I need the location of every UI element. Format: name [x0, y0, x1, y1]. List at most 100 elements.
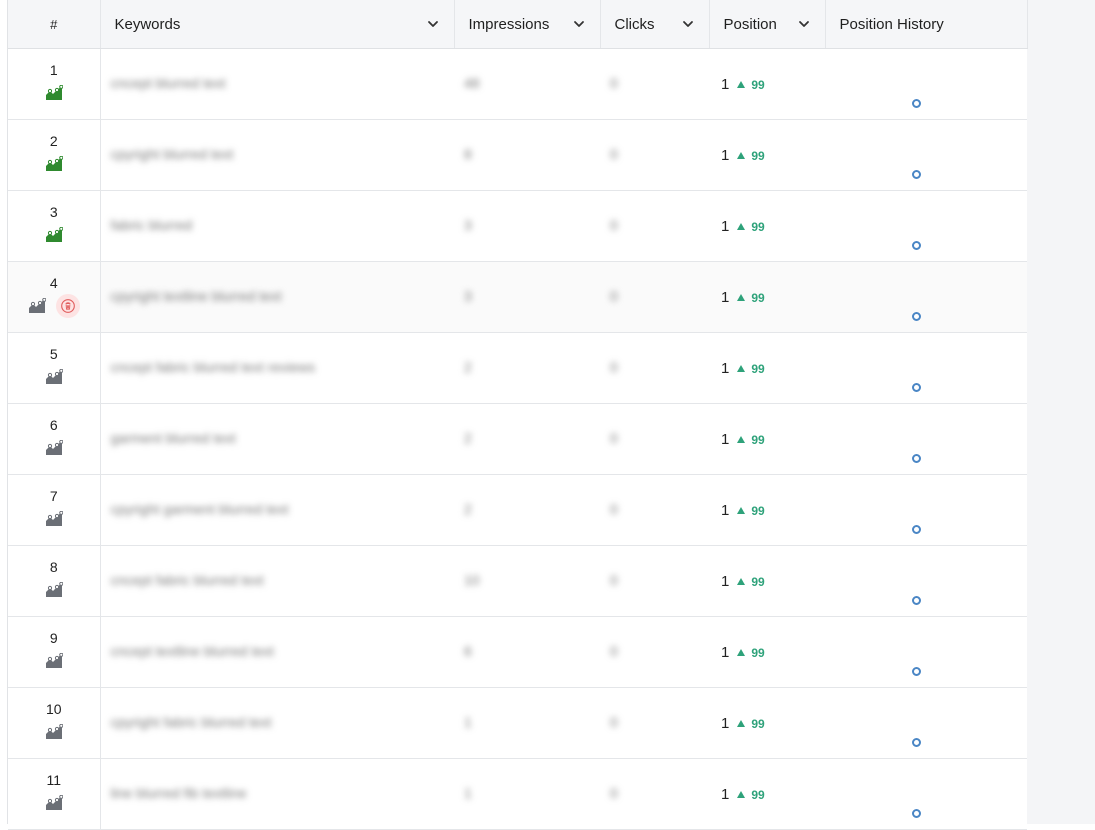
- col-header-keywords[interactable]: Keywords: [100, 0, 455, 49]
- position-value: 1: [721, 501, 730, 519]
- position-change-value: 99: [751, 574, 765, 589]
- trend-chart-icon[interactable]: [45, 156, 63, 172]
- position-value: 1: [721, 288, 730, 306]
- keyword-cell: cpyright fabric blurred text: [100, 687, 454, 759]
- row-number: 10: [45, 701, 62, 717]
- chevron-down-icon[interactable]: [681, 17, 695, 31]
- position-history-cell: [825, 190, 1027, 262]
- position-history-cell: [825, 332, 1027, 404]
- clicks-value: 0: [610, 146, 618, 162]
- chevron-down-icon[interactable]: [426, 17, 440, 31]
- history-point[interactable]: [912, 525, 921, 534]
- trend-chart-icon[interactable]: [45, 227, 63, 243]
- position-change-value: 99: [751, 77, 765, 92]
- position-change: 99: [737, 361, 765, 376]
- table-row[interactable]: 6 garment blurred text 2 0 1 99: [8, 403, 1027, 475]
- keyword-text: cpyright textline blurred text: [110, 288, 282, 304]
- trend-chart-icon[interactable]: [45, 653, 63, 669]
- position-cell: 1 99: [709, 403, 825, 475]
- position-cell: 1 99: [709, 687, 825, 759]
- trend-chart-icon[interactable]: [45, 511, 63, 527]
- keyword-cell: cpyright garment blurred text: [100, 474, 454, 546]
- history-point[interactable]: [912, 383, 921, 392]
- position-value: 1: [721, 359, 730, 377]
- right-gutter: [1027, 0, 1095, 824]
- position-change-value: 99: [751, 290, 765, 305]
- position-change-value: 99: [751, 148, 765, 163]
- row-number: 9: [49, 630, 58, 646]
- table-row[interactable]: 4 cpyright textline blurred text 3 0 1 9…: [8, 261, 1027, 333]
- trend-chart-icon[interactable]: [45, 582, 63, 598]
- keyword-cell: cncept textline blurred text: [100, 616, 454, 688]
- table-row[interactable]: 8 cncept fabric blurred text 10 0 1 99: [8, 545, 1027, 617]
- col-header-impressions[interactable]: Impressions: [454, 0, 601, 49]
- history-point[interactable]: [912, 667, 921, 676]
- position-cell: 1 99: [709, 119, 825, 191]
- history-point[interactable]: [912, 241, 921, 250]
- history-point[interactable]: [912, 454, 921, 463]
- trend-chart-icon[interactable]: [28, 298, 46, 314]
- col-header-hash: #: [8, 0, 101, 49]
- position-history-cell: [825, 48, 1027, 120]
- impressions-cell: 8: [454, 119, 600, 191]
- position-cell: 1 99: [709, 758, 825, 830]
- chevron-down-icon[interactable]: [797, 17, 811, 31]
- table-row[interactable]: 1 cncept blurred text 48 0 1 99: [8, 48, 1027, 120]
- position-history-cell: [825, 545, 1027, 617]
- impressions-value: 48: [464, 75, 480, 91]
- keyword-cell: cncept blurred text: [100, 48, 454, 120]
- position-change-value: 99: [751, 716, 765, 731]
- history-point[interactable]: [912, 312, 921, 321]
- trend-chart-icon[interactable]: [45, 795, 63, 811]
- trend-chart-icon[interactable]: [45, 369, 63, 385]
- position-cell: 1 99: [709, 474, 825, 546]
- position-change: 99: [737, 574, 765, 589]
- keyword-cell: fabric blurred: [100, 190, 454, 262]
- col-header-clicks[interactable]: Clicks: [600, 0, 710, 49]
- keyword-text: cpyright fabric blurred text: [110, 714, 272, 730]
- table-row[interactable]: 9 cncept textline blurred text 6 0 1 99: [8, 616, 1027, 688]
- table-row[interactable]: 3 fabric blurred 3 0 1 99: [8, 190, 1027, 262]
- delete-button[interactable]: [55, 294, 80, 318]
- table-row[interactable]: 5 cncept fabric blurred text reviews 2 0: [8, 332, 1027, 404]
- col-header-position[interactable]: Position: [709, 0, 826, 49]
- row-number-cell: 1: [8, 48, 101, 120]
- history-point[interactable]: [912, 738, 921, 747]
- clicks-cell: 0: [600, 119, 709, 191]
- table-row[interactable]: 2 cpyright blurred text 8 0 199: [8, 119, 1027, 191]
- row-number: 4: [49, 275, 58, 291]
- keyword-text: fabric blurred: [110, 217, 193, 233]
- clicks-value: 0: [610, 572, 618, 588]
- impressions-cell: 3: [454, 261, 600, 333]
- position-change: 99: [737, 716, 765, 731]
- clicks-value: 0: [610, 501, 618, 517]
- up-arrow-icon: [737, 151, 746, 159]
- history-point[interactable]: [912, 809, 921, 818]
- table-row[interactable]: 11 line blurred fib textline 1 0 1 99: [8, 758, 1027, 830]
- hash-label: #: [50, 16, 58, 32]
- clicks-value: 0: [610, 359, 618, 375]
- position-cell: 1 99: [709, 261, 825, 333]
- clicks-value: 0: [610, 75, 618, 91]
- position-change: 99: [737, 77, 765, 92]
- trend-chart-icon[interactable]: [45, 724, 63, 740]
- table-row[interactable]: 7 cpyright garment blurred text 2 0 1 99: [8, 474, 1027, 546]
- position-history-cell: [825, 758, 1027, 830]
- row-number-cell: 7: [8, 474, 101, 546]
- history-point[interactable]: [912, 99, 921, 108]
- position-value: 1: [721, 146, 730, 164]
- table-row[interactable]: 10 cpyright fabric blurred text 1 0 1 99: [8, 687, 1027, 759]
- impressions-value: 3: [464, 288, 472, 304]
- impressions-value: 6: [464, 643, 472, 659]
- trend-chart-icon[interactable]: [45, 440, 63, 456]
- row-number-cell: 9: [8, 616, 101, 688]
- history-point[interactable]: [912, 170, 921, 179]
- history-point[interactable]: [912, 596, 921, 605]
- row-number: 6: [49, 417, 58, 433]
- row-number-cell: 4: [8, 261, 101, 333]
- chevron-down-icon[interactable]: [572, 17, 586, 31]
- trend-chart-icon[interactable]: [45, 85, 63, 101]
- impressions-value: 2: [464, 501, 472, 517]
- position-change-value: 99: [751, 361, 765, 376]
- impressions-cell: 2: [454, 403, 600, 475]
